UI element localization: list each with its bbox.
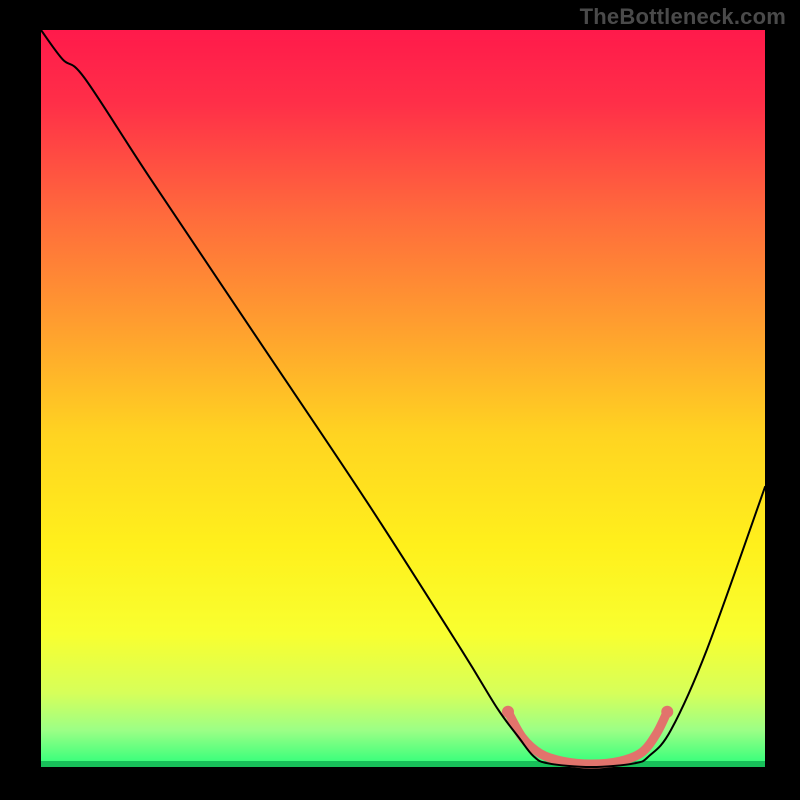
- chart-canvas: [0, 0, 800, 800]
- marker-start-dot: [502, 706, 514, 718]
- plot-background: [41, 30, 765, 767]
- watermark-text: TheBottleneck.com: [580, 4, 786, 30]
- marker-end-dot: [661, 706, 673, 718]
- baseline-strip: [41, 761, 765, 767]
- chart-frame: TheBottleneck.com: [0, 0, 800, 800]
